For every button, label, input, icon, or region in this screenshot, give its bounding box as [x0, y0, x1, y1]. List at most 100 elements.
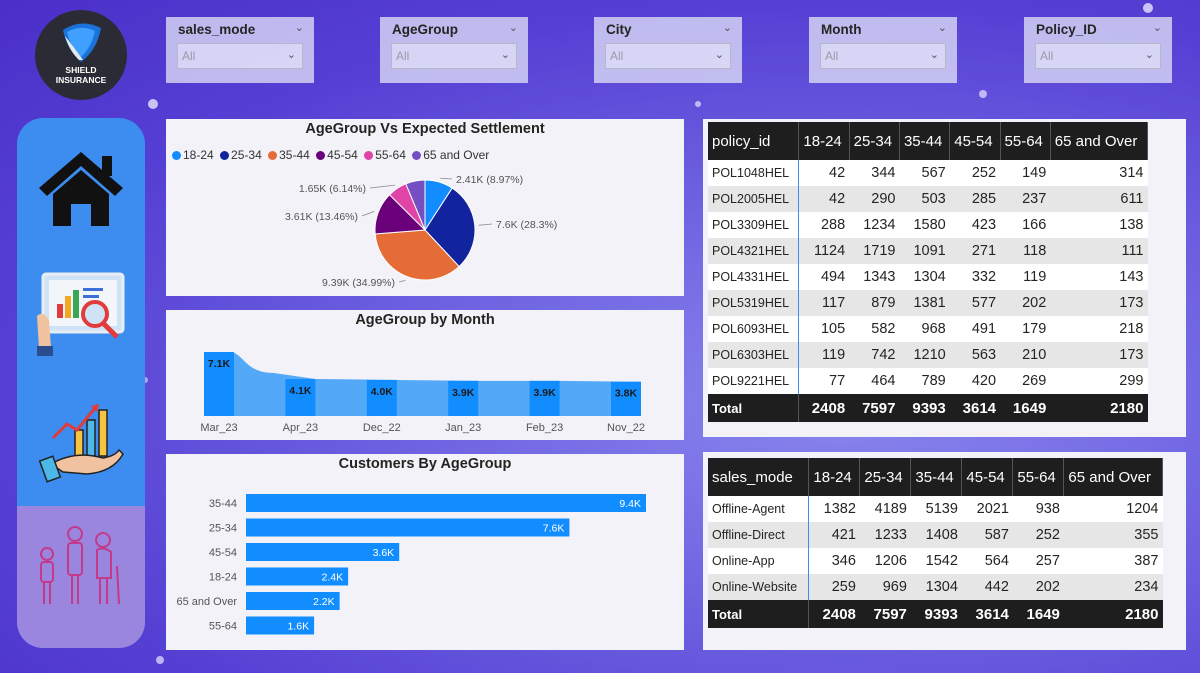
table-cell: 166 — [1000, 212, 1051, 238]
y-tick-label: 45-54 — [209, 547, 237, 559]
nav-item-age-groups[interactable] — [17, 506, 145, 648]
customers-by-agegroup-chart: 9.4K 35-44 7.6K 25-34 3.6K 45-54 2.4K 18-24 2.2K… — [176, 494, 646, 635]
table-cell: 1304 — [910, 574, 962, 600]
chevron-down-icon[interactable]: ⌄ — [723, 21, 732, 34]
slicer-month[interactable]: Month ⌄ All ⌄ — [809, 17, 957, 83]
table-cell: 564 — [961, 548, 1013, 574]
total-cell: 2180 — [1050, 394, 1148, 422]
table-cell: 290 — [849, 186, 900, 212]
slicer-dropdown[interactable]: All ⌄ — [391, 43, 517, 69]
table-cell: 111 — [1050, 238, 1148, 264]
table-row: POL6093HEL 105 582 968 491 179 218 — [708, 316, 1148, 342]
table-cell: 421 — [808, 522, 860, 548]
bar[interactable] — [246, 494, 646, 512]
row-label: POL9221HEL — [708, 368, 800, 394]
sales-header-cell[interactable]: 65 and Over — [1063, 458, 1163, 496]
table-cell: 332 — [949, 264, 1001, 290]
dashboard-analysis-icon — [37, 272, 125, 356]
slicer-dropdown[interactable]: All ⌄ — [605, 43, 731, 69]
area-series[interactable] — [204, 352, 641, 416]
row-label: POL5319HEL — [708, 290, 800, 316]
month-chart-panel: AgeGroup by Month 7.1K Mar_23 4.1K Apr_23 4.… — [166, 310, 684, 440]
table-cell: 494 — [798, 264, 850, 290]
table-cell: 285 — [949, 186, 1001, 212]
y-tick-label: 18-24 — [209, 572, 237, 584]
sales-header-cell[interactable]: 25-34 — [859, 458, 912, 496]
slicer-title: City — [606, 22, 632, 37]
slicer-value: All — [610, 49, 624, 63]
slicer-title: Month — [821, 22, 862, 37]
chevron-down-icon[interactable]: ⌄ — [930, 48, 939, 61]
sales-header-cell[interactable]: sales_mode — [708, 458, 810, 496]
slicer-policy-id[interactable]: Policy_ID ⌄ All ⌄ — [1024, 17, 1172, 83]
data-label: 2.2K — [313, 596, 335, 608]
table-row: Offline-Agent 1382 4189 5139 2021 938 1204 — [708, 496, 1163, 522]
policy-table-panel: policy_id 18-24 25-34 35-44 45-54 55-64 65 and… — [703, 119, 1186, 437]
people-age-groups-icon — [40, 526, 120, 605]
table-cell: 314 — [1050, 160, 1148, 186]
x-tick-label: Apr_23 — [283, 422, 318, 434]
table-cell: 4189 — [859, 496, 911, 522]
data-label: 9.39K (34.99%) — [322, 277, 395, 289]
bar[interactable] — [246, 518, 570, 537]
chevron-down-icon[interactable]: ⌄ — [295, 21, 304, 34]
chevron-down-icon[interactable]: ⌄ — [287, 48, 296, 61]
total-cell: 7597 — [849, 394, 900, 422]
table-cell: 1091 — [899, 238, 950, 264]
slicer-title: sales_mode — [178, 22, 256, 37]
slicer-title: Policy_ID — [1036, 22, 1097, 37]
row-label: POL1048HEL — [708, 160, 800, 186]
policy-header-cell[interactable]: 35-44 — [899, 122, 951, 160]
slicer-city[interactable]: City ⌄ All ⌄ — [594, 17, 742, 83]
table-cell: 218 — [1050, 316, 1148, 342]
total-cell: 9393 — [910, 600, 962, 628]
sales-header-cell[interactable]: 35-44 — [910, 458, 963, 496]
table-cell: 968 — [899, 316, 950, 342]
slicer-dropdown[interactable]: All ⌄ — [820, 43, 946, 69]
x-tick-label: Feb_23 — [526, 422, 563, 434]
data-label: 7.1K — [208, 358, 231, 370]
policy-header-cell[interactable]: 65 and Over — [1050, 122, 1149, 160]
customers-chart-panel: Customers By AgeGroup 9.4K 35-44 7.6K 25-34… — [166, 454, 684, 650]
policy-header-cell[interactable]: 55-64 — [1000, 122, 1051, 160]
nav-item-growth[interactable] — [17, 400, 145, 500]
data-label: 3.9K — [534, 387, 557, 399]
policy-header-cell[interactable]: 25-34 — [849, 122, 900, 160]
table-cell: 420 — [949, 368, 1001, 394]
policy-header-cell[interactable]: 18-24 — [798, 122, 850, 160]
sales-header-cell[interactable]: 55-64 — [1012, 458, 1065, 496]
slicer-agegroup[interactable]: AgeGroup ⌄ All ⌄ — [380, 17, 528, 83]
data-label: 3.8K — [615, 388, 638, 400]
slicer-sales-mode[interactable]: sales_mode ⌄ All ⌄ — [166, 17, 314, 83]
chevron-down-icon[interactable]: ⌄ — [938, 21, 947, 34]
table-cell: 138 — [1050, 212, 1148, 238]
row-label: POL6093HEL — [708, 316, 800, 342]
sales-header-cell[interactable]: 45-54 — [961, 458, 1014, 496]
table-cell: 355 — [1063, 522, 1163, 548]
table-cell: 257 — [1012, 548, 1064, 574]
slicer-dropdown[interactable]: All ⌄ — [177, 43, 303, 69]
chevron-down-icon[interactable]: ⌄ — [715, 48, 724, 61]
table-row: POL1048HEL 42 344 567 252 149 314 — [708, 160, 1148, 186]
nav-item-home[interactable] — [17, 138, 145, 238]
total-cell: 2180 — [1063, 600, 1163, 628]
chevron-down-icon[interactable]: ⌄ — [501, 48, 510, 61]
table-cell: 149 — [1000, 160, 1051, 186]
table-cell: 202 — [1012, 574, 1064, 600]
table-cell: 1304 — [899, 264, 950, 290]
total-cell: 7597 — [859, 600, 911, 628]
sales-header-cell[interactable]: 18-24 — [808, 458, 861, 496]
table-cell: 299 — [1050, 368, 1148, 394]
chevron-down-icon[interactable]: ⌄ — [1153, 21, 1162, 34]
table-cell: 587 — [961, 522, 1013, 548]
table-cell: 1343 — [849, 264, 900, 290]
policy-header-cell[interactable]: 45-54 — [949, 122, 1001, 160]
table-cell: 42 — [798, 186, 850, 212]
policy-header-cell[interactable]: policy_id — [708, 122, 800, 160]
nav-item-analysis[interactable] — [17, 266, 145, 366]
slicer-dropdown[interactable]: All ⌄ — [1035, 43, 1161, 69]
table-cell: 563 — [949, 342, 1001, 368]
chevron-down-icon[interactable]: ⌄ — [1145, 48, 1154, 61]
table-cell: 117 — [798, 290, 850, 316]
chevron-down-icon[interactable]: ⌄ — [509, 21, 518, 34]
